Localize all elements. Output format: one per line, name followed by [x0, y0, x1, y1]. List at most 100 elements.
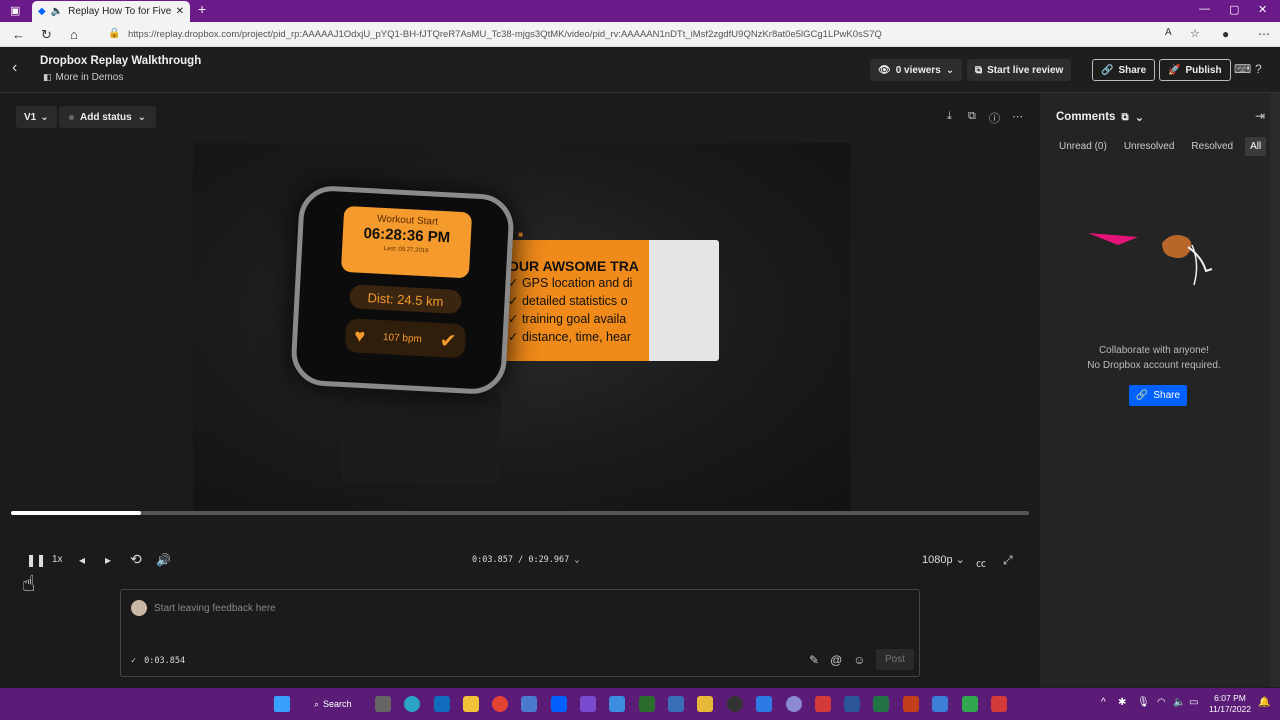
docs-icon[interactable] [756, 696, 772, 712]
ffmpeg-icon[interactable] [697, 696, 713, 712]
promo-item: ✓ training goal availa [508, 312, 627, 326]
word-icon[interactable] [844, 696, 860, 712]
feedback-input[interactable]: Start leaving feedback here [154, 603, 276, 614]
refresh-icon[interactable]: ↻ [41, 27, 52, 43]
minimize-icon[interactable]: — [1199, 3, 1210, 15]
dropbox-favicon-icon: ◆ [38, 6, 46, 17]
dropbox-icon[interactable] [551, 696, 567, 712]
panel-share-label: Share [1153, 390, 1181, 401]
obs-icon[interactable] [727, 696, 743, 712]
emoji-icon[interactable]: ☺ [853, 653, 865, 667]
edge-icon[interactable] [404, 696, 420, 712]
pause-icon[interactable]: ❚❚ [26, 553, 46, 567]
tab-actions-icon[interactable]: ▣ [10, 4, 20, 17]
fullscreen-icon[interactable]: ⤢ [1003, 553, 1013, 568]
version-dropdown[interactable]: V1 ⌄ [16, 106, 57, 128]
task-view-icon[interactable] [375, 696, 391, 712]
download-icon[interactable]: ⤓ [947, 110, 952, 123]
powerpoint-icon[interactable] [903, 696, 919, 712]
paint-icon[interactable] [609, 696, 625, 712]
microphone-icon[interactable]: 🎙 [1137, 697, 1150, 708]
profile-icon[interactable]: ● [1222, 27, 1229, 41]
snagit-icon[interactable] [815, 696, 831, 712]
quality-dropdown[interactable]: 1080p ⌄ [922, 553, 965, 566]
share-button[interactable]: 🔗 Share [1092, 59, 1156, 81]
chrome-icon[interactable] [492, 696, 508, 712]
video-frame[interactable]: ■ ■ ■ ■ OUR AWSOME TRA ✓ GPS location an… [193, 143, 850, 513]
speed-button[interactable]: 1x [52, 554, 63, 565]
help-icon[interactable]: ? [1255, 62, 1262, 76]
info-icon[interactable]: ⓘ [989, 110, 1000, 126]
live-review-icon: ⧉ [975, 64, 983, 76]
add-status-dropdown[interactable]: Add status ⌄ [59, 106, 157, 128]
volume-icon[interactable]: 🔊 [156, 553, 171, 567]
more-icon[interactable]: ⋯ [1258, 27, 1270, 41]
mail-icon[interactable] [521, 696, 537, 712]
back-arrow-icon[interactable]: ‹ [12, 59, 17, 77]
camtasia-icon[interactable] [962, 696, 978, 712]
filter-all[interactable]: All [1245, 137, 1267, 156]
taskbar-search[interactable]: ⌕ Search [306, 695, 358, 713]
heart-icon: ♥ [353, 325, 366, 346]
close-window-icon[interactable]: ✕ [1258, 3, 1267, 16]
wifi-icon[interactable]: ◠ [1157, 697, 1166, 708]
step-back-icon[interactable]: ◂ [79, 553, 85, 567]
video-progress-bar[interactable] [11, 511, 1029, 515]
step-forward-icon[interactable]: ▸ [105, 553, 111, 567]
bpm-label: 107 bpm [382, 331, 423, 345]
snip-icon[interactable] [580, 696, 596, 712]
panel-share-button[interactable]: 🔗 Share [1129, 385, 1187, 406]
clock-time: 6:07 PM [1214, 693, 1246, 703]
notifications-icon[interactable]: 🔔 [1258, 697, 1270, 708]
post-button[interactable]: Post [876, 649, 914, 670]
tray-chevron-icon[interactable]: ^ [1101, 697, 1106, 708]
app-header: ‹ Dropbox Replay Walkthrough ◧ More in D… [0, 47, 1280, 93]
timecode[interactable]: 0:03.857 / 0:29.967 ⌄ [472, 555, 580, 565]
filter-unread[interactable]: Unread (0) [1054, 137, 1112, 156]
feedback-timestamp: 0:03.854 [144, 656, 186, 666]
loop-icon[interactable]: ⟲ [130, 551, 142, 568]
settings-icon[interactable] [786, 696, 802, 712]
keyboard-icon[interactable]: ⌨ [1234, 62, 1251, 76]
file-explorer-icon[interactable] [463, 696, 479, 712]
compare-icon[interactable]: ⧉ [968, 110, 976, 123]
filter-unresolved[interactable]: Unresolved [1119, 137, 1180, 156]
start-icon[interactable] [274, 696, 290, 712]
outlook-icon[interactable] [434, 696, 450, 712]
folder-link[interactable]: ◧ More in Demos [43, 72, 123, 83]
skype-icon[interactable] [932, 696, 948, 712]
browser-tab[interactable]: ◆ 🔈 Replay How To for Fiverr - I ✕ [32, 1, 190, 22]
audio-icon[interactable]: 🔈 [51, 6, 63, 17]
maximize-icon[interactable]: ▢ [1229, 3, 1239, 16]
excel-icon[interactable] [873, 696, 889, 712]
speaker-icon[interactable]: 🔈 [1173, 697, 1185, 708]
home-icon[interactable]: ⌂ [70, 27, 78, 42]
taskbar-clock[interactable]: 6:07 PM 11/17/2022 [1208, 693, 1252, 715]
more-options-icon[interactable]: ⋯ [1012, 110, 1023, 123]
mention-icon[interactable]: @ [830, 653, 842, 667]
url-field[interactable]: 🔒 https://replay.dropbox.com/project/pid… [104, 25, 1218, 44]
new-tab-icon[interactable]: + [198, 1, 206, 17]
publish-button[interactable]: 🚀 Publish [1159, 59, 1231, 81]
feedback-box[interactable]: Start leaving feedback here ✓ 0:03.854 ✎… [120, 589, 920, 677]
back-icon[interactable]: ← [12, 27, 25, 42]
read-aloud-icon[interactable]: A [1165, 27, 1172, 38]
windows-taskbar: ⌕ Search ^ ✱ 🎙 ◠ 🔈 ▭ 6:07 PM 11/17/2022 … [0, 688, 1280, 720]
network-app-icon[interactable]: ✱ [1118, 697, 1126, 708]
notepad-icon[interactable] [668, 696, 684, 712]
comments-header[interactable]: Comments ⧉ ⌄ [1056, 110, 1144, 124]
viewers-button[interactable]: 👁 0 viewers ⌄ [870, 59, 963, 81]
start-live-review-button[interactable]: ⧉ Start live review [967, 59, 1072, 81]
recorder-icon[interactable] [991, 696, 1007, 712]
close-tab-icon[interactable]: ✕ [176, 6, 184, 17]
captions-icon[interactable]: ㏄ [976, 555, 986, 570]
terminal-icon[interactable] [639, 696, 655, 712]
draw-icon[interactable]: ✎ [809, 653, 819, 667]
scrollbar[interactable] [1270, 93, 1280, 687]
timestamp-toggle[interactable]: ✓ 0:03.854 [131, 656, 185, 666]
favorites-icon[interactable]: ☆ [1190, 27, 1200, 40]
filter-resolved[interactable]: Resolved [1186, 137, 1238, 156]
comments-panel: Comments ⧉ ⌄ ⇥ Unread (0) Unresolved Res… [1040, 93, 1280, 687]
collapse-panel-icon[interactable]: ⇥ [1255, 109, 1265, 123]
battery-icon[interactable]: ▭ [1189, 697, 1198, 708]
